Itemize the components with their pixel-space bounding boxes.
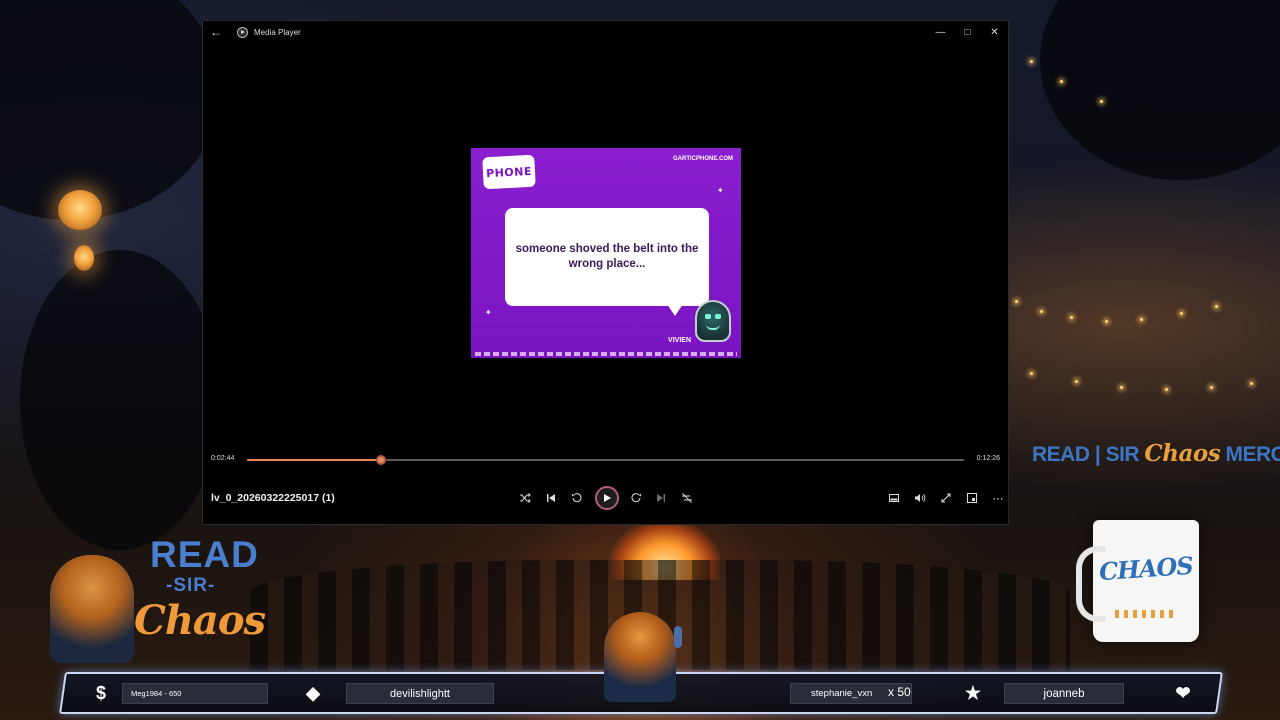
playback-controls: lv_0_20260322225017 (1) ⋯ (203, 486, 1008, 510)
channel-logo: READ -SIR- Chaos (50, 534, 266, 665)
logo-chaos: Chaos (134, 597, 266, 644)
seek-bar-fill (247, 459, 382, 461)
minimize-icon: — (935, 26, 946, 38)
seek-bar-row: 0:02:44 0:12:26 (203, 453, 1008, 467)
video-frame[interactable]: PHONE GARTICPHONE.COM ✦ ✦ someone shoved… (471, 148, 741, 358)
garticphone-site: GARTICPHONE.COM (673, 156, 733, 162)
next-button[interactable] (651, 488, 671, 508)
window-title: Media Player (254, 27, 301, 37)
volume-icon (915, 494, 926, 502)
palm-silhouette (1040, 0, 1280, 180)
skip-previous-icon (547, 494, 555, 502)
lantern (74, 245, 94, 271)
mascot-illustration (50, 555, 134, 663)
hut-silhouette (20, 250, 220, 550)
play-icon (604, 494, 611, 502)
title-bar: ← Media Player — □ ✕ (203, 21, 1008, 43)
bits-count: x 50 (888, 685, 911, 699)
latest-donation: Meg1984 - 650 (122, 683, 268, 704)
mini-view-button[interactable] (884, 488, 904, 508)
seek-bar[interactable] (247, 455, 964, 465)
alert-bar-content: $ Meg1984 - 650 ◆ devilishlightt stephan… (62, 672, 1220, 714)
close-icon: ✕ (990, 26, 999, 38)
play-button[interactable] (595, 486, 619, 510)
media-player-app-icon (237, 26, 248, 38)
palm-silhouette (0, 0, 220, 220)
cast-button[interactable] (962, 488, 982, 508)
back-button[interactable]: ← (203, 21, 229, 43)
mini-view-icon (889, 494, 899, 502)
maximize-icon: □ (964, 26, 971, 38)
forward-30-button[interactable] (626, 488, 646, 508)
file-name: lv_0_20260322225017 (1) (211, 492, 335, 504)
diamond-icon: ◆ (306, 682, 320, 703)
latest-follower: joanneb (1004, 683, 1124, 704)
player-avatar (695, 300, 731, 342)
close-button[interactable]: ✕ (981, 21, 1008, 43)
repeat-off-icon (682, 493, 692, 503)
merch-banner: READ | SIR Chaos MERCH (1032, 440, 1280, 467)
fullscreen-icon (941, 493, 951, 503)
logo-sir: -SIR- (166, 575, 216, 596)
speech-bubble: someone shoved the belt into the wrong p… (505, 208, 709, 316)
skip-next-icon (657, 494, 665, 502)
heart-icon: ❤ (1175, 682, 1191, 703)
cast-icon (967, 493, 977, 503)
repeat-button[interactable] (677, 488, 697, 508)
logo-read: READ (150, 534, 259, 575)
rewind-10-icon (572, 493, 582, 503)
more-options-button[interactable]: ⋯ (988, 488, 1008, 508)
mug-decoration (1115, 610, 1177, 618)
star-icon: ★ (964, 682, 982, 703)
lantern (58, 190, 102, 230)
previous-button[interactable] (541, 488, 561, 508)
volume-button[interactable] (910, 488, 930, 508)
latest-gift-sub: devilishlightt (346, 683, 494, 704)
rewind-10-button[interactable] (567, 488, 587, 508)
maximize-button[interactable]: □ (954, 21, 981, 43)
mug-text: CHAOS (1098, 550, 1194, 587)
seek-bar-thumb[interactable] (376, 455, 387, 465)
forward-30-icon (631, 493, 641, 503)
sparkle-icon: ✦ (485, 308, 492, 317)
caption-text: someone shoved the belt into the wrong p… (515, 243, 699, 270)
merch-mug-image: CHAOS (1076, 520, 1199, 642)
more-icon: ⋯ (992, 492, 1004, 505)
garticphone-logo: PHONE (482, 154, 536, 190)
back-arrow-icon: ← (210, 25, 222, 39)
media-player-window: ← Media Player — □ ✕ PHONE GARTICPHONE.C… (202, 20, 1009, 525)
minimize-button[interactable]: — (927, 21, 954, 43)
shuffle-icon (520, 493, 531, 503)
shuffle-button[interactable] (515, 488, 535, 508)
fullscreen-button[interactable] (936, 488, 956, 508)
progress-dots (475, 352, 737, 356)
current-time: 0:02:44 (211, 455, 235, 462)
player-name: VIVIEN (668, 337, 691, 344)
dollar-icon: $ (95, 682, 106, 703)
total-time: 0:12:26 (976, 455, 1000, 462)
sparkle-icon: ✦ (717, 186, 724, 195)
